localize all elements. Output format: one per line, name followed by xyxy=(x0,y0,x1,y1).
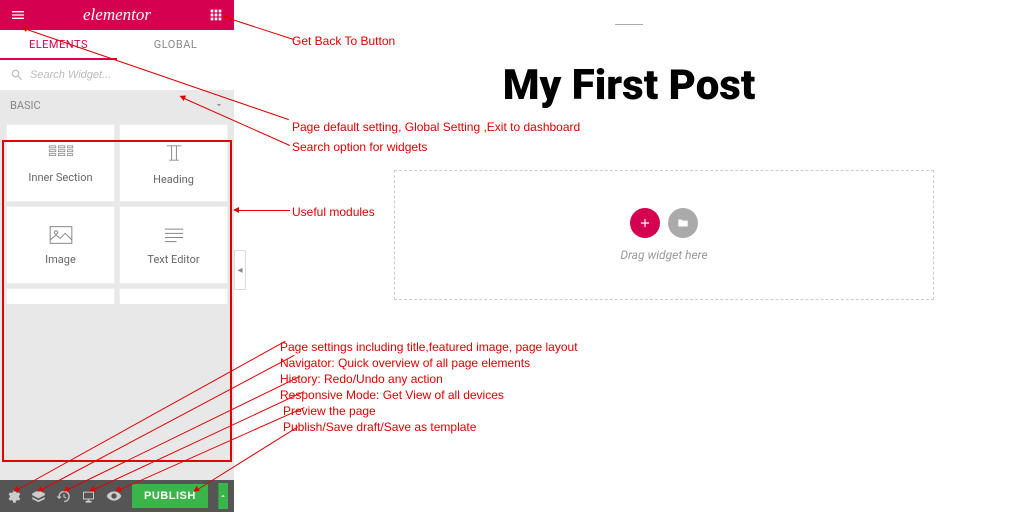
widget-video[interactable]: Video xyxy=(6,288,115,304)
navigator-icon[interactable] xyxy=(31,487,46,505)
section-basic-label: BASIC xyxy=(10,99,41,112)
chevron-down-icon xyxy=(214,100,224,110)
widget-inner-section[interactable]: Inner Section xyxy=(6,124,115,202)
tab-elements[interactable]: ELEMENTS xyxy=(0,30,117,60)
post-title: My First Post xyxy=(234,61,1024,110)
widget-dropzone[interactable]: Drag widget here xyxy=(394,170,934,300)
brand-logo: elementor xyxy=(83,5,151,25)
dropzone-icons xyxy=(630,208,698,238)
search-input[interactable] xyxy=(30,69,224,81)
title-divider xyxy=(615,24,643,25)
widget-label: Image xyxy=(45,253,76,266)
widgets-grid: Inner Section Heading Image Text Editor … xyxy=(0,120,234,304)
widget-text-editor[interactable]: Text Editor xyxy=(119,206,228,284)
search-row xyxy=(0,60,234,90)
publish-dropdown[interactable] xyxy=(218,483,228,509)
template-folder-button[interactable] xyxy=(668,208,698,238)
publish-button[interactable]: PUBLISH xyxy=(132,484,208,508)
sidebar-header: elementor xyxy=(0,0,234,30)
elementor-sidebar: elementor ELEMENTS GLOBAL BASIC Inner Se… xyxy=(0,0,234,512)
section-basic-header[interactable]: BASIC xyxy=(0,90,234,120)
settings-icon[interactable] xyxy=(6,487,21,505)
panel-tabs: ELEMENTS GLOBAL xyxy=(0,30,234,60)
widget-heading[interactable]: Heading xyxy=(119,124,228,202)
responsive-icon[interactable] xyxy=(81,487,96,505)
widget-button[interactable]: Button xyxy=(119,288,228,304)
widget-label: Inner Section xyxy=(28,171,92,184)
widget-image[interactable]: Image xyxy=(6,206,115,284)
widget-label: Heading xyxy=(153,173,194,186)
bottom-bar: PUBLISH xyxy=(0,480,234,512)
widget-label: Text Editor xyxy=(147,253,199,266)
dropzone-text: Drag widget here xyxy=(620,248,707,262)
menu-icon[interactable] xyxy=(8,5,28,25)
editor-canvas: My First Post Drag widget here xyxy=(234,0,1024,512)
collapse-panel-button[interactable]: ◂ xyxy=(234,250,246,290)
add-section-button[interactable] xyxy=(630,208,660,238)
history-icon[interactable] xyxy=(56,487,71,505)
tab-global[interactable]: GLOBAL xyxy=(117,30,234,60)
preview-icon[interactable] xyxy=(106,487,122,505)
search-icon xyxy=(10,68,24,82)
apps-grid-icon[interactable] xyxy=(206,5,226,25)
